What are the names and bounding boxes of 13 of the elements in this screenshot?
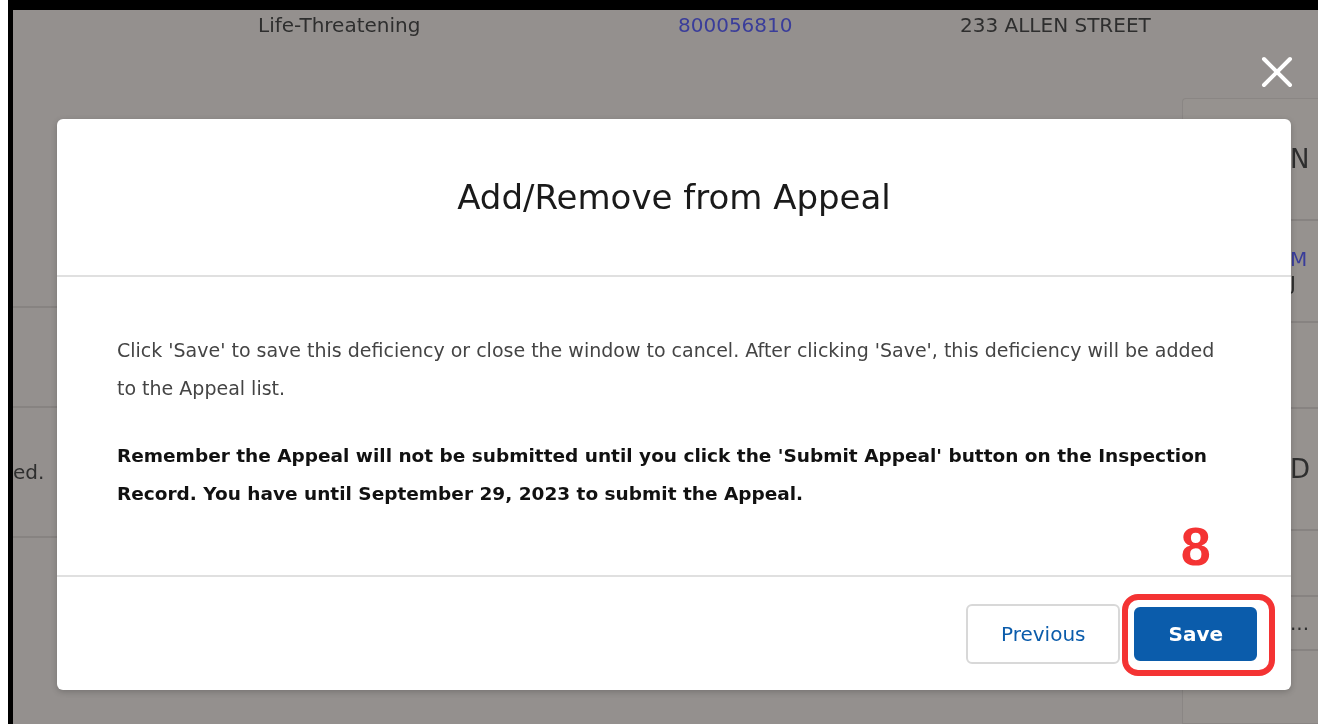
modal-title: Add/Remove from Appeal (457, 177, 891, 217)
panel-heading: N (1290, 144, 1311, 174)
address-text: 233 ALLEN STREET (960, 13, 1152, 37)
section-heading: D (1290, 454, 1312, 484)
panel-value: ... (1290, 611, 1311, 635)
step-number: 8 (1180, 514, 1211, 577)
save-button[interactable]: Save (1134, 606, 1257, 661)
modal-message: Click 'Save' to save this deficiency or close the window to cancel. After clicking 'Save', this deficiency will be added to the Appeal list. (117, 338, 1216, 401)
previous-button[interactable]: Previous (965, 603, 1121, 664)
truncated-text: ed. (13, 460, 45, 484)
severity-text: Life-Threatening (258, 13, 422, 37)
close-icon (1260, 55, 1294, 89)
modal-notice: Remember the Appeal will not be submitted until you click the 'Submit Appeal' button on the Inspection Record. You have until September 29, 2023 to submit the Appeal. (117, 444, 1209, 506)
